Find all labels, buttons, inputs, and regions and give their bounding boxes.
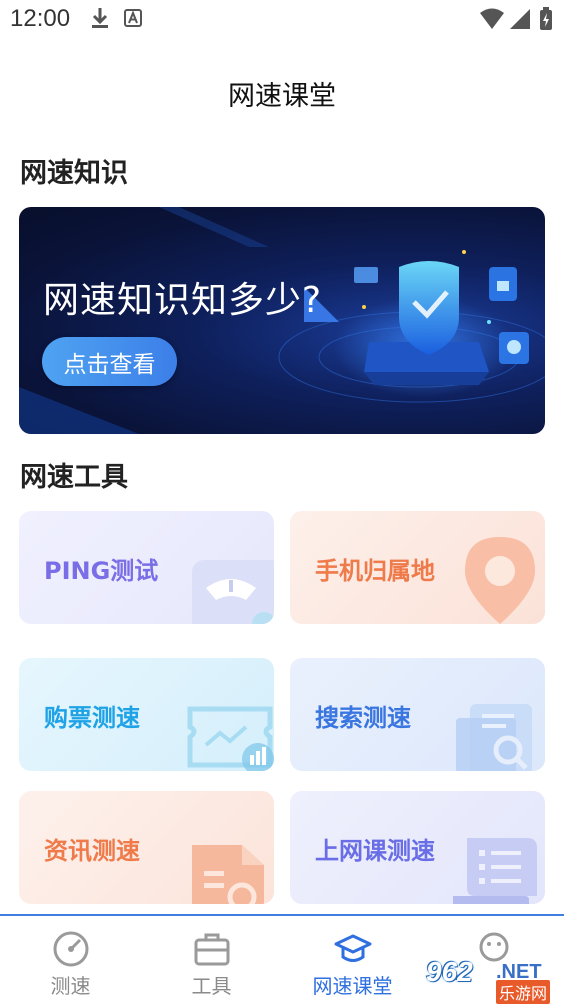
- tool-card-online-class-speed[interactable]: 上网课测速: [290, 791, 545, 904]
- banner-headline: 网速知识知多少?: [43, 280, 323, 321]
- scale-icon: [192, 560, 274, 624]
- toolbox-icon: [194, 933, 230, 966]
- graduation-cap-icon: [334, 934, 372, 962]
- ticket-chart-icon: [187, 706, 274, 771]
- status-icons: [478, 7, 554, 37]
- tool-label: 购票测速: [44, 704, 140, 732]
- tool-label: 搜索测速: [315, 704, 411, 732]
- status-time: 12:00: [10, 5, 71, 32]
- tool-label: 手机归属地: [315, 557, 435, 585]
- tool-label: 上网课测速: [315, 837, 435, 865]
- tool-card-search-speed[interactable]: 搜索测速: [290, 658, 545, 771]
- nav-item-tools[interactable]: 工具: [141, 916, 282, 1006]
- tool-card-ticket-speed[interactable]: 购票测速: [19, 658, 274, 771]
- keyboard-a-icon: [124, 9, 142, 31]
- news-document-icon: [192, 845, 264, 904]
- download-icon: [90, 6, 110, 34]
- nav-label: 测速: [50, 974, 91, 998]
- speedometer-icon: [53, 931, 89, 967]
- location-pin-icon: [465, 537, 535, 624]
- nav-item-speed-classroom[interactable]: 网速课堂: [282, 916, 423, 1006]
- wifi-icon: [480, 8, 504, 29]
- section-title-knowledge: 网速知识: [20, 158, 128, 189]
- signal-icon: [510, 9, 530, 29]
- section-title-tools: 网速工具: [20, 462, 128, 493]
- tool-label: PING测试: [44, 557, 159, 585]
- checklist-icon: [453, 838, 537, 904]
- watermark-number: 962: [426, 956, 473, 987]
- site-watermark: 962 .NET 乐游网: [420, 956, 560, 1004]
- tool-card-phone-location[interactable]: 手机归属地: [290, 511, 545, 624]
- document-search-icon: [456, 704, 532, 771]
- tool-label: 资讯测速: [44, 837, 140, 865]
- knowledge-banner[interactable]: 网速知识知多少? 点击查看: [19, 207, 545, 434]
- page-title: 网速课堂: [228, 81, 336, 112]
- tool-card-news-speed[interactable]: 资讯测速: [19, 791, 274, 904]
- nav-item-speed-test[interactable]: 测速: [0, 916, 141, 1006]
- nav-label: 网速课堂: [312, 974, 393, 998]
- view-button[interactable]: 点击查看: [42, 337, 177, 386]
- tool-card-ping[interactable]: PING测试: [19, 511, 274, 624]
- nav-label: 工具: [191, 974, 232, 998]
- status-bar: 12:00: [0, 0, 564, 40]
- watermark-site: 乐游网: [496, 980, 551, 1004]
- battery-icon: [540, 7, 552, 30]
